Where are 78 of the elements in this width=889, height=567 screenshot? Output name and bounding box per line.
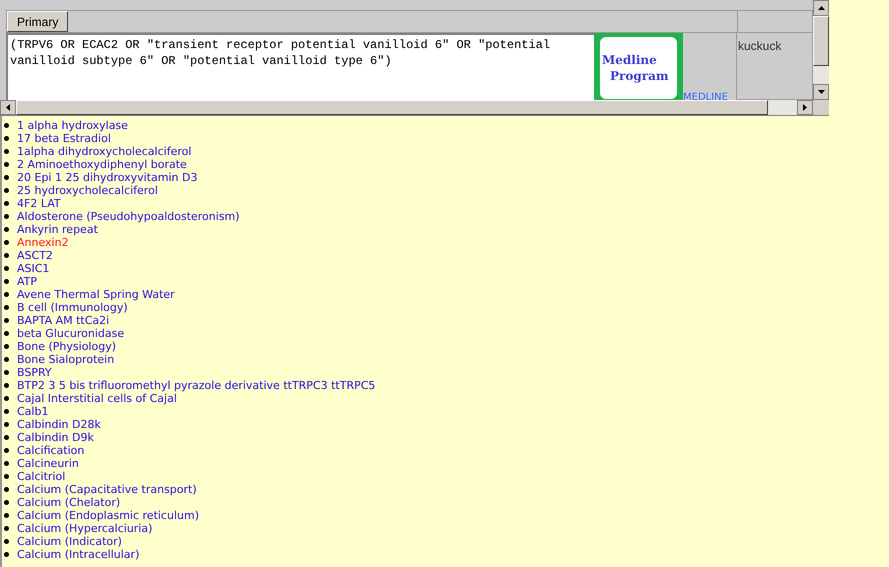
topic-link[interactable]: Calcium (Hypercalciuria) xyxy=(17,522,152,535)
bullet-icon xyxy=(4,149,9,154)
bullet-icon xyxy=(4,461,9,466)
topic-link[interactable]: BAPTA AM ttCa2i xyxy=(17,314,110,327)
topic-link[interactable]: Bone Sialoprotein xyxy=(17,353,114,366)
topic-link[interactable]: 20 Epi 1 25 dihydroxyvitamin D3 xyxy=(17,171,198,184)
topic-link[interactable]: 25 hydroxycholecalciferol xyxy=(17,184,158,197)
topic-link[interactable]: Avene Thermal Spring Water xyxy=(17,288,175,301)
topic-link[interactable]: Calbindin D9k xyxy=(17,431,94,444)
topic-link[interactable]: Calbindin D28k xyxy=(17,418,101,431)
topic-link[interactable]: Bone (Physiology) xyxy=(17,340,116,353)
bullet-icon xyxy=(4,331,9,336)
topic-link[interactable]: 1 alpha hydroxylase xyxy=(17,119,128,132)
horizontal-scrollbar[interactable] xyxy=(0,100,829,115)
bullet-icon xyxy=(4,318,9,323)
bullet-icon xyxy=(4,123,9,128)
bullet-icon xyxy=(4,240,9,245)
topic-link[interactable]: 4F2 LAT xyxy=(17,197,61,210)
topic-link[interactable]: Aldosterone (Pseudohypoaldosteronism) xyxy=(17,210,240,223)
bullet-icon xyxy=(4,474,9,479)
topic-link[interactable]: 2 Aminoethoxydiphenyl borate xyxy=(17,158,187,171)
bullet-icon xyxy=(4,435,9,440)
topic-link[interactable]: ASIC1 xyxy=(17,262,50,275)
bullet-icon xyxy=(4,552,9,557)
topic-link[interactable]: Annexin2 xyxy=(17,236,69,249)
bullet-icon xyxy=(4,214,9,219)
bullet-icon xyxy=(4,500,9,505)
bullet-icon xyxy=(4,422,9,427)
bullet-icon xyxy=(4,266,9,271)
bullet-icon xyxy=(4,396,9,401)
topic-link[interactable]: Calcium (Indicator) xyxy=(17,535,122,548)
bullet-icon xyxy=(4,487,9,492)
medline-program-logo[interactable]: Medline Program xyxy=(600,36,677,98)
topic-link[interactable]: beta Glucuronidase xyxy=(17,327,124,340)
topic-link[interactable]: Calcitriol xyxy=(17,470,66,483)
bullet-icon xyxy=(4,227,9,232)
bullet-icon xyxy=(4,292,9,297)
bullet-icon xyxy=(4,383,9,388)
bullet-icon xyxy=(4,188,9,193)
bullet-icon xyxy=(4,162,9,167)
bullet-icon xyxy=(4,253,9,258)
bullet-icon xyxy=(4,305,9,310)
topic-link[interactable]: Calcification xyxy=(17,444,84,457)
topic-link[interactable]: ASCT2 xyxy=(17,249,53,262)
topic-link[interactable]: Calcium (Endoplasmic reticulum) xyxy=(17,509,199,522)
topic-link[interactable]: Calcium (Intracellular) xyxy=(17,548,140,561)
bullet-icon xyxy=(4,370,9,375)
bullet-icon xyxy=(4,136,9,141)
topic-link[interactable]: Cajal Interstitial cells of Cajal xyxy=(17,392,177,405)
bullet-icon xyxy=(4,539,9,544)
bullet-icon xyxy=(4,448,9,453)
vertical-scrollbar[interactable] xyxy=(813,0,829,100)
topic-link[interactable]: 1alpha dihydroxycholecalciferol xyxy=(17,145,192,158)
topic-link[interactable]: BSPRY xyxy=(17,366,52,379)
topic-link[interactable]: Calcium (Capacitative transport) xyxy=(17,483,197,496)
left-arrow-icon xyxy=(6,104,10,111)
primary-tab-button[interactable]: Primary xyxy=(7,11,68,32)
topic-link[interactable]: Calcineurin xyxy=(17,457,79,470)
bullet-icon xyxy=(4,409,9,414)
bullet-icon xyxy=(4,357,9,362)
topic-link[interactable]: Calcium (Chelator) xyxy=(17,496,120,509)
topic-link[interactable]: Calb1 xyxy=(17,405,48,418)
query-text-area[interactable]: (TRPV6 OR ECAC2 OR "transient receptor potential vanilloid 6" OR "potential vanilloid subtype 6" OR "potential vanilloid type 6") xyxy=(6,33,594,100)
bullet-icon xyxy=(4,279,9,284)
right-arrow-icon xyxy=(803,104,807,111)
side-label: kuckuck xyxy=(738,39,782,53)
topic-link[interactable]: ATP xyxy=(17,275,38,288)
topic-link[interactable]: Ankyrin repeat xyxy=(17,223,98,236)
up-arrow-icon xyxy=(818,6,824,10)
down-arrow-icon xyxy=(818,90,824,94)
bullet-icon xyxy=(4,201,9,206)
bullet-icon xyxy=(4,526,9,531)
bullet-icon xyxy=(4,175,9,180)
topic-link[interactable]: B cell (Immunology) xyxy=(17,301,128,314)
topic-link[interactable]: BTP2 3 5 bis trifluoromethyl pyrazole derivative ttTRPC3 ttTRPC5 xyxy=(17,379,376,392)
topic-link[interactable]: 17 beta Estradiol xyxy=(17,132,111,145)
bullet-icon xyxy=(4,513,9,518)
bullet-icon xyxy=(4,344,9,349)
